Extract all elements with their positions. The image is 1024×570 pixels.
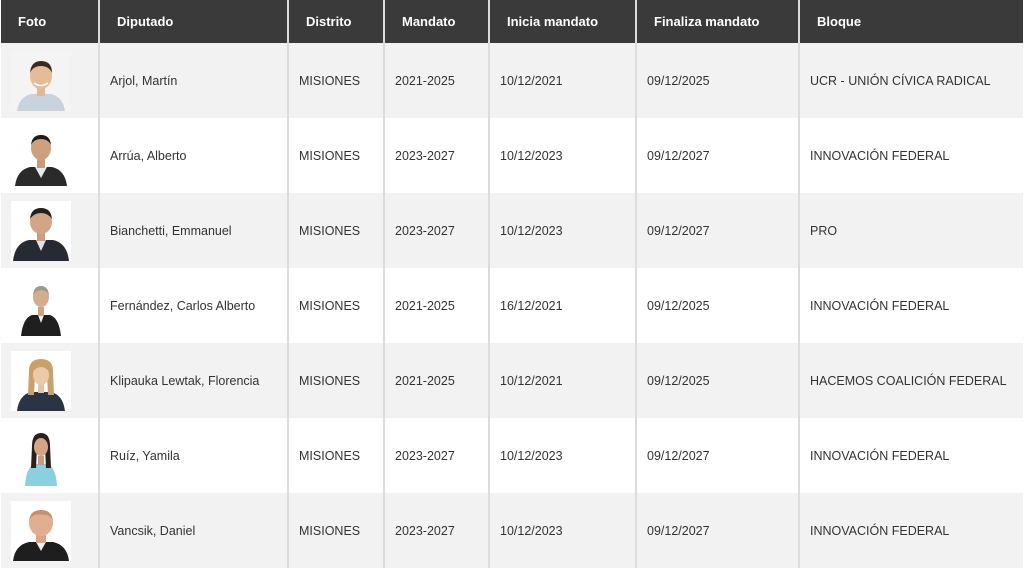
- mandato-cell: 2023-2027: [383, 118, 489, 193]
- photo-cell: [1, 268, 99, 343]
- finaliza-cell: 09/12/2025: [635, 268, 799, 343]
- table-row: Vancsik, Daniel MISIONES 2023-2027 10/12…: [1, 493, 1023, 568]
- photo-cell: [1, 193, 99, 268]
- diputado-name[interactable]: Vancsik, Daniel: [98, 493, 288, 568]
- photo-cell: [1, 118, 99, 193]
- distrito-cell: MISIONES: [287, 268, 384, 343]
- diputados-table: Foto Diputado Distrito Mandato Inicia ma…: [1, 0, 1023, 568]
- header-row: Foto Diputado Distrito Mandato Inicia ma…: [1, 0, 1023, 43]
- distrito-cell: MISIONES: [287, 118, 384, 193]
- inicia-cell: 10/12/2023: [488, 418, 636, 493]
- finaliza-cell: 09/12/2025: [635, 43, 799, 118]
- header-mandato[interactable]: Mandato: [383, 0, 489, 43]
- header-bloque[interactable]: Bloque: [798, 0, 1023, 43]
- finaliza-cell: 09/12/2027: [635, 118, 799, 193]
- inicia-cell: 10/12/2021: [488, 43, 636, 118]
- diputado-photo[interactable]: [11, 200, 71, 261]
- bloque-cell: INNOVACIÓN FEDERAL: [798, 418, 1023, 493]
- finaliza-cell: 09/12/2027: [635, 418, 799, 493]
- mandato-cell: 2023-2027: [383, 418, 489, 493]
- header-inicia-mandato[interactable]: Inicia mandato: [488, 0, 636, 43]
- diputado-name[interactable]: Klipauka Lewtak, Florencia: [98, 343, 288, 418]
- bloque-cell: INNOVACIÓN FEDERAL: [798, 268, 1023, 343]
- header-distrito[interactable]: Distrito: [287, 0, 384, 43]
- table-row: Ruíz, Yamila MISIONES 2023-2027 10/12/20…: [1, 418, 1023, 493]
- inicia-cell: 16/12/2021: [488, 268, 636, 343]
- inicia-cell: 10/12/2023: [488, 493, 636, 568]
- bloque-cell: UCR - UNIÓN CÍVICA RADICAL: [798, 43, 1023, 118]
- diputado-name[interactable]: Fernández, Carlos Alberto: [98, 268, 288, 343]
- distrito-cell: MISIONES: [287, 418, 384, 493]
- table-row: Arrúa, Alberto MISIONES 2023-2027 10/12/…: [1, 118, 1023, 193]
- mandato-cell: 2023-2027: [383, 193, 489, 268]
- diputado-photo[interactable]: [11, 425, 71, 486]
- diputado-name[interactable]: Ruíz, Yamila: [98, 418, 288, 493]
- distrito-cell: MISIONES: [287, 493, 384, 568]
- diputado-photo[interactable]: [11, 125, 71, 186]
- bloque-cell: HACEMOS COALICIÓN FEDERAL: [798, 343, 1023, 418]
- distrito-cell: MISIONES: [287, 43, 384, 118]
- diputado-photo[interactable]: [11, 500, 71, 561]
- distrito-cell: MISIONES: [287, 193, 384, 268]
- diputado-name[interactable]: Arrúa, Alberto: [98, 118, 288, 193]
- mandato-cell: 2021-2025: [383, 43, 489, 118]
- photo-cell: [1, 343, 99, 418]
- distrito-cell: MISIONES: [287, 343, 384, 418]
- table-row: Arjol, Martín MISIONES 2021-2025 10/12/2…: [1, 43, 1023, 118]
- table-row: Fernández, Carlos Alberto MISIONES 2021-…: [1, 268, 1023, 343]
- bloque-cell: INNOVACIÓN FEDERAL: [798, 493, 1023, 568]
- header-diputado[interactable]: Diputado: [98, 0, 288, 43]
- diputado-name[interactable]: Bianchetti, Emmanuel: [98, 193, 288, 268]
- photo-cell: [1, 43, 99, 118]
- header-foto[interactable]: Foto: [1, 0, 99, 43]
- diputado-photo[interactable]: [11, 275, 71, 336]
- photo-cell: [1, 493, 99, 568]
- inicia-cell: 10/12/2021: [488, 343, 636, 418]
- finaliza-cell: 09/12/2027: [635, 193, 799, 268]
- inicia-cell: 10/12/2023: [488, 193, 636, 268]
- mandato-cell: 2021-2025: [383, 343, 489, 418]
- table-row: Klipauka Lewtak, Florencia MISIONES 2021…: [1, 343, 1023, 418]
- table-row: Bianchetti, Emmanuel MISIONES 2023-2027 …: [1, 193, 1023, 268]
- finaliza-cell: 09/12/2025: [635, 343, 799, 418]
- bloque-cell: INNOVACIÓN FEDERAL: [798, 118, 1023, 193]
- mandato-cell: 2021-2025: [383, 268, 489, 343]
- diputado-photo[interactable]: [11, 50, 71, 111]
- inicia-cell: 10/12/2023: [488, 118, 636, 193]
- bloque-cell: PRO: [798, 193, 1023, 268]
- header-finaliza-mandato[interactable]: Finaliza mandato: [635, 0, 799, 43]
- diputado-name[interactable]: Arjol, Martín: [98, 43, 288, 118]
- diputado-photo[interactable]: [11, 350, 71, 411]
- finaliza-cell: 09/12/2027: [635, 493, 799, 568]
- photo-cell: [1, 418, 99, 493]
- table-header: Foto Diputado Distrito Mandato Inicia ma…: [1, 0, 1023, 43]
- table-body: Arjol, Martín MISIONES 2021-2025 10/12/2…: [1, 43, 1023, 568]
- mandato-cell: 2023-2027: [383, 493, 489, 568]
